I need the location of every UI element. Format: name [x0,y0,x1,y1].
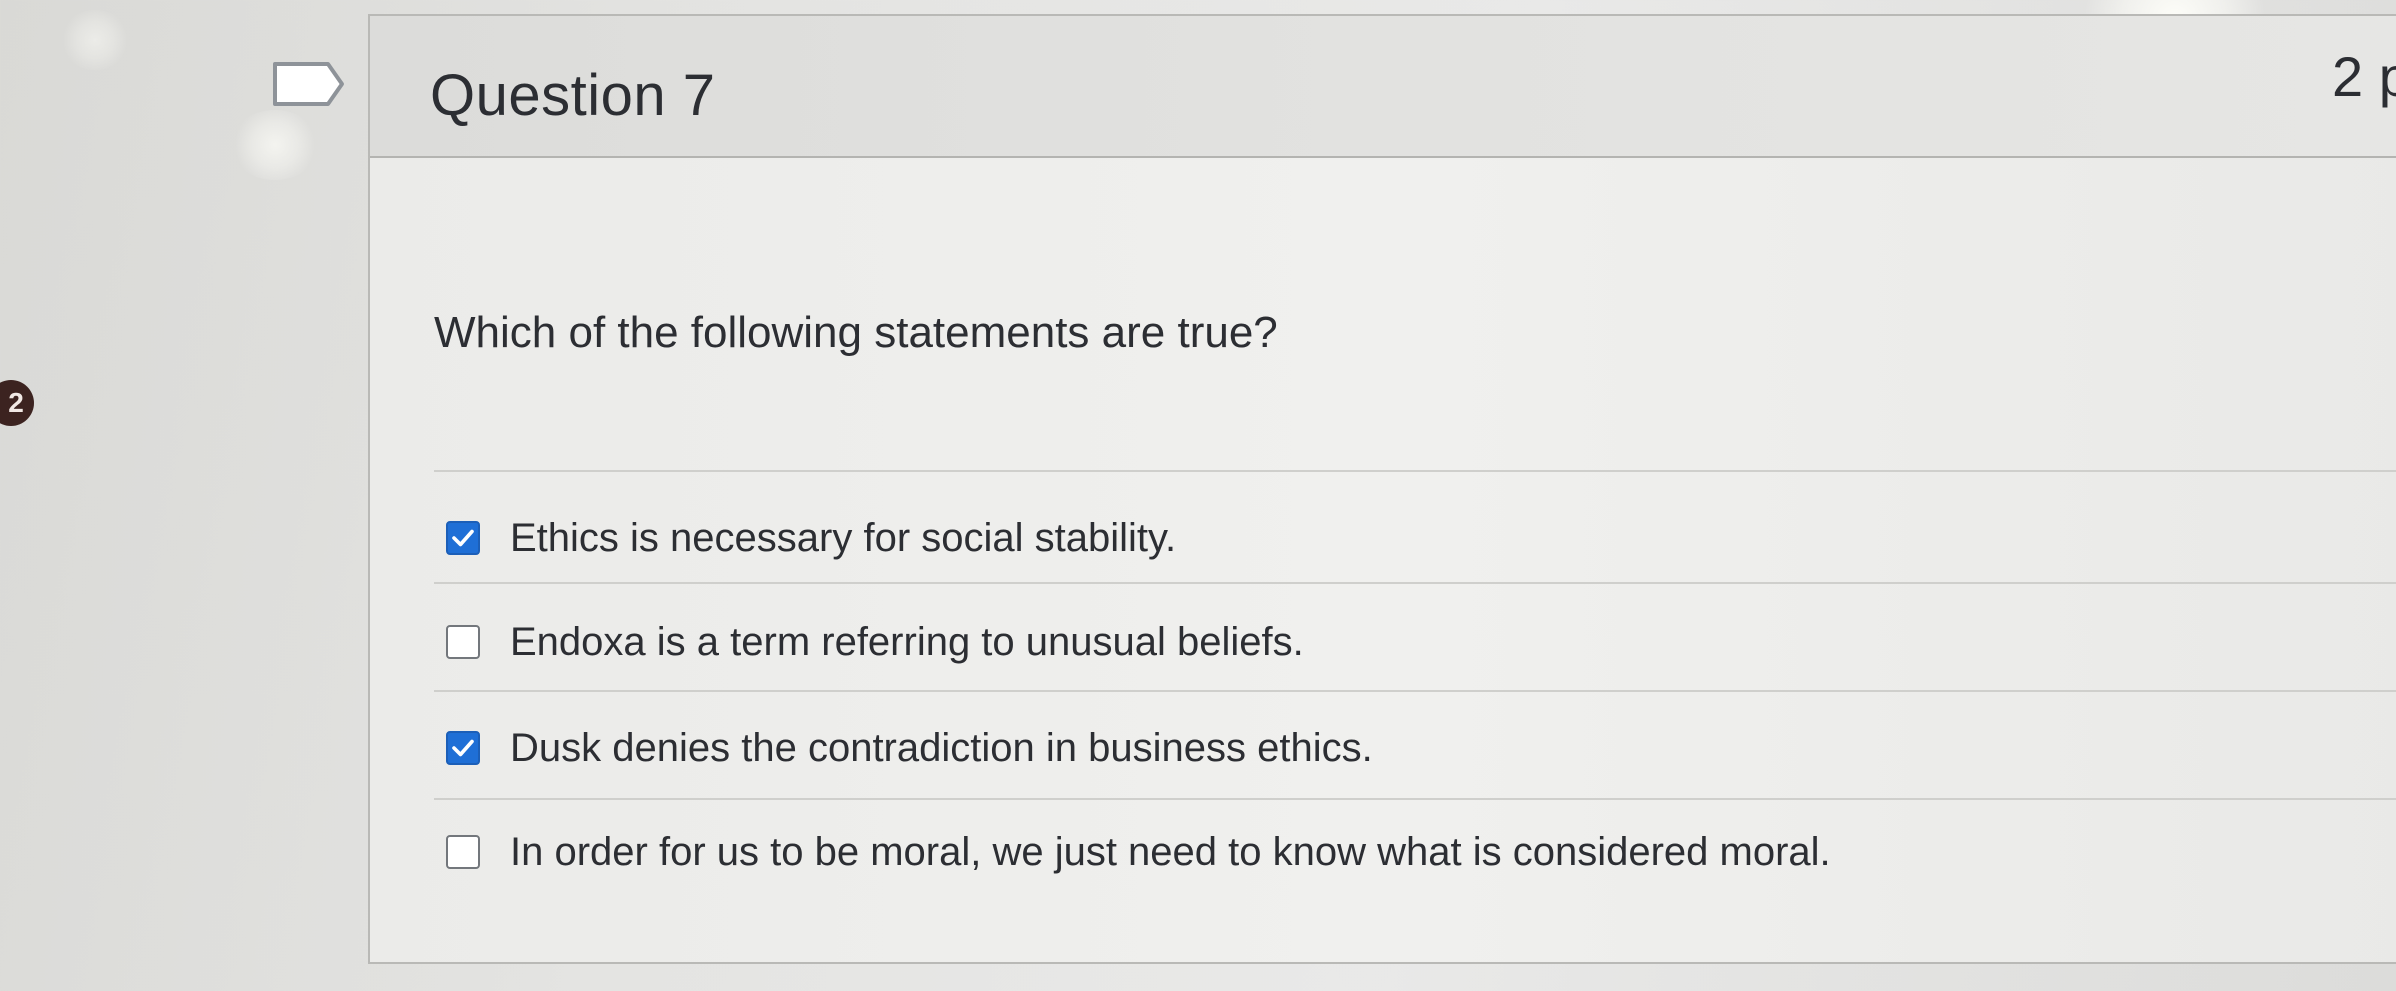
answer-option[interactable]: Ethics is necessary for social stability… [434,498,2396,578]
question-number-badge[interactable]: 2 [0,380,34,426]
answer-checkbox[interactable] [446,625,480,659]
answer-label: Ethics is necessary for social stability… [510,515,1177,560]
screen-glare [230,110,320,180]
checkmark-icon [452,529,474,547]
question-title: Question 7 [430,63,716,128]
question-points: 2 p [2332,45,2396,108]
question-card: Question 7 2 p Which of the following st… [368,14,2396,964]
answer-option[interactable]: In order for us to be moral, we just nee… [434,812,2396,892]
answer-divider [434,798,2396,800]
question-prompt: Which of the following statements are tr… [434,308,1278,357]
answer-label: Dusk denies the contradiction in busines… [510,725,1373,770]
checkmark-icon [452,739,474,757]
screen-glare [60,10,130,70]
answer-label: In order for us to be moral, we just nee… [510,829,1831,874]
answer-divider [434,690,2396,692]
answer-checkbox[interactable] [446,731,480,765]
question-header: Question 7 2 p [370,16,2396,158]
question-number-badge-value: 2 [8,387,24,418]
answer-option[interactable]: Endoxa is a term referring to unusual be… [434,602,2396,682]
answer-label: Endoxa is a term referring to unusual be… [510,619,1304,664]
question-body: Which of the following statements are tr… [370,158,2396,962]
answer-option[interactable]: Dusk denies the contradiction in busines… [434,708,2396,788]
answers-divider [434,470,2396,472]
answer-checkbox[interactable] [446,521,480,555]
flag-outline-icon[interactable] [272,60,346,108]
answer-checkbox[interactable] [446,835,480,869]
answer-divider [434,582,2396,584]
